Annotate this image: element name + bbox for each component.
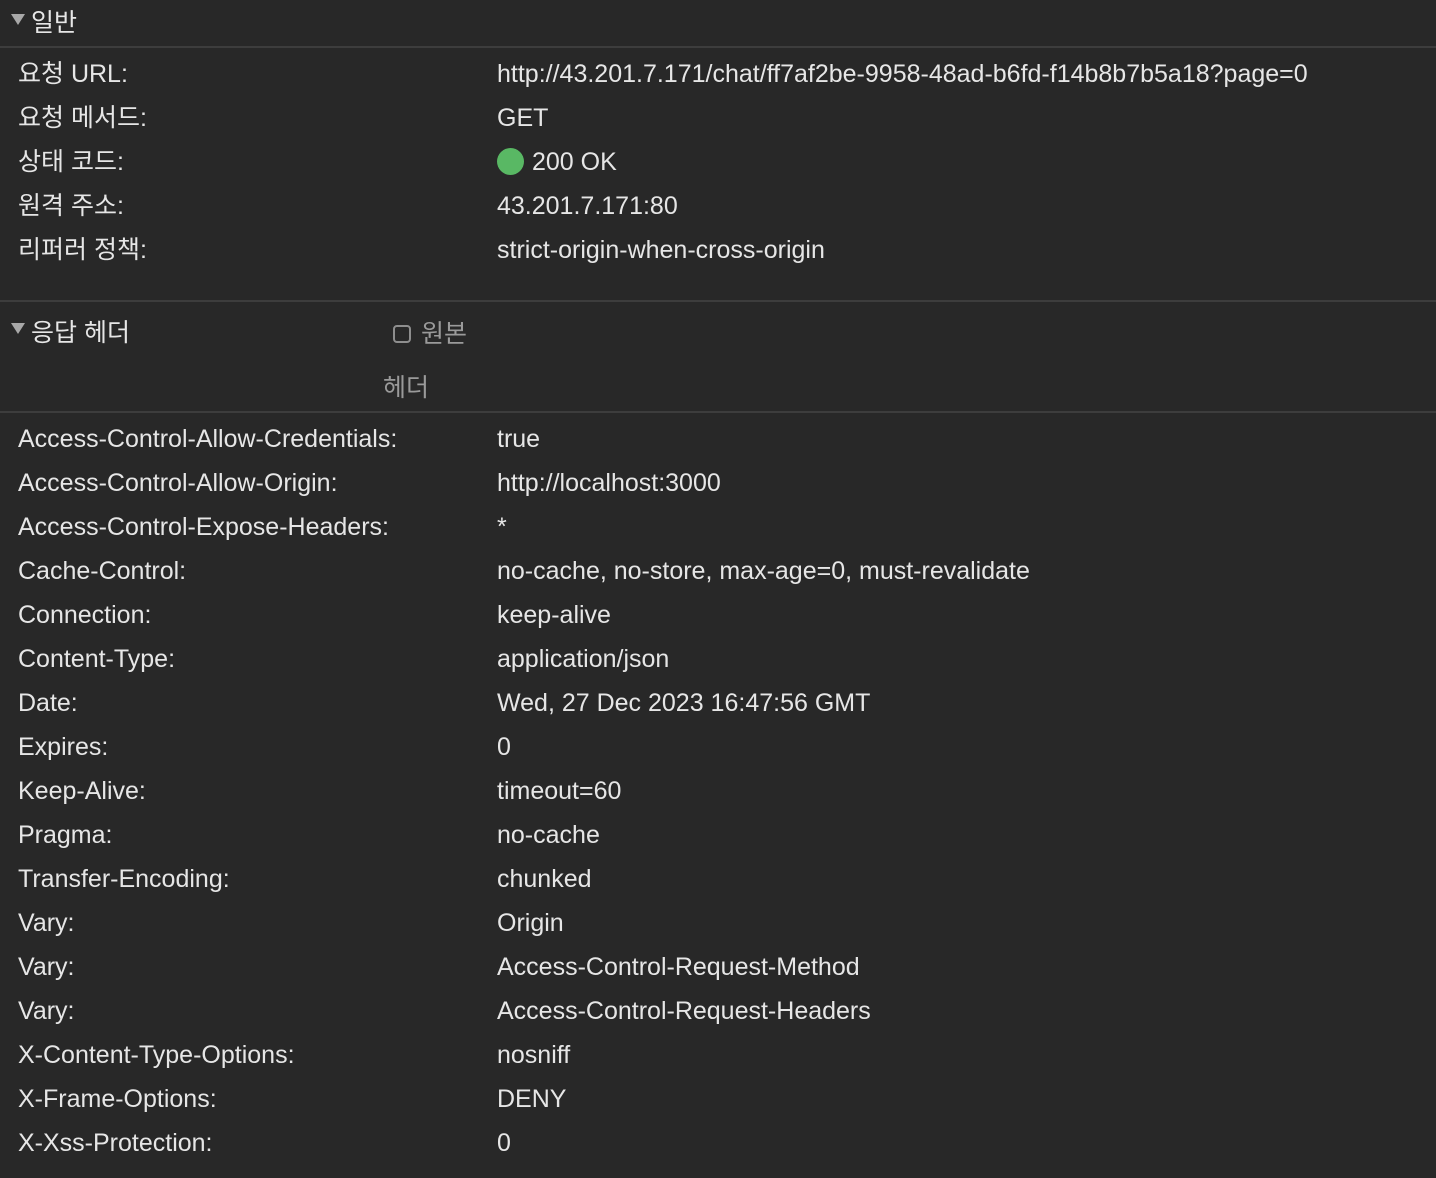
header-row: Connection: keep-alive <box>0 593 1436 637</box>
response-header-rows: Access-Control-Allow-Credentials: true Ac… <box>0 413 1436 1165</box>
row-key: 원격 주소: <box>18 192 124 220</box>
row-value: 0 <box>497 1129 511 1157</box>
general-row-request-url: 요청 URL: http://43.201.7.171/chat/ff7af2b… <box>0 52 1436 96</box>
general-section-header[interactable]: 일반 <box>0 0 1436 48</box>
row-key: Pragma: <box>18 821 113 849</box>
row-key: 요청 메서드: <box>18 104 147 132</box>
header-row: Vary: Access-Control-Request-Headers <box>0 989 1436 1033</box>
row-key: Vary: <box>18 909 75 937</box>
header-row: Cache-Control: no-cache, no-store, max-ag… <box>0 549 1436 593</box>
header-row: Date: Wed, 27 Dec 2023 16:47:56 GMT <box>0 681 1436 725</box>
disclosure-triangle-icon[interactable] <box>11 323 25 334</box>
row-key: Access-Control-Allow-Origin: <box>18 469 338 497</box>
general-row-referrer-policy: 리퍼러 정책: strict-origin-when-cross-origin <box>0 228 1436 272</box>
row-value: 0 <box>497 733 511 761</box>
row-key: Connection: <box>18 601 152 629</box>
header-row: X-Content-Type-Options: nosniff <box>0 1033 1436 1077</box>
row-value: 43.201.7.171:80 <box>497 192 678 220</box>
row-value: no-cache <box>497 821 600 849</box>
row-value: true <box>497 425 541 453</box>
header-row: Access-Control-Expose-Headers: * <box>0 505 1436 549</box>
row-value: nosniff <box>497 1041 571 1069</box>
status-text: 200 OK <box>532 148 617 176</box>
raw-headers-toggle[interactable]: 원본 <box>393 314 467 350</box>
row-value: Access-Control-Request-Method <box>497 953 860 981</box>
row-value: GET <box>497 104 549 132</box>
response-headers-section-header[interactable]: 응답 헤더 원본 헤더 <box>0 300 1436 413</box>
row-value: http://43.201.7.171/chat/ff7af2be-9958-4… <box>497 60 1308 88</box>
row-value: * <box>497 513 507 541</box>
row-key: Transfer-Encoding: <box>18 865 230 893</box>
row-value: strict-origin-when-cross-origin <box>497 236 825 264</box>
header-row: Pragma: no-cache <box>0 813 1436 857</box>
header-row: Vary: Origin <box>0 901 1436 945</box>
row-value: http://localhost:3000 <box>497 469 721 497</box>
raw-headers-label-line2: 헤더 <box>383 374 430 402</box>
header-row: Vary: Access-Control-Request-Method <box>0 945 1436 989</box>
row-value: Access-Control-Request-Headers <box>497 997 871 1025</box>
status-ok-dot-icon <box>497 147 524 175</box>
general-section-title: 일반 <box>31 9 78 37</box>
row-key: Expires: <box>18 733 109 761</box>
row-value: Origin <box>497 909 564 937</box>
row-key: Keep-Alive: <box>18 777 146 805</box>
row-key: X-Frame-Options: <box>18 1085 217 1113</box>
row-value: timeout=60 <box>497 777 622 805</box>
header-row: X-Frame-Options: DENY <box>0 1077 1436 1121</box>
header-row: Keep-Alive: timeout=60 <box>0 769 1436 813</box>
row-key: 상태 코드: <box>18 148 124 176</box>
row-key: Cache-Control: <box>18 557 187 585</box>
response-headers-section-title: 응답 헤더 <box>31 319 130 347</box>
row-key: Access-Control-Expose-Headers: <box>18 513 389 541</box>
raw-headers-checkbox[interactable] <box>393 324 411 343</box>
header-row: Transfer-Encoding: chunked <box>0 857 1436 901</box>
header-row: Access-Control-Allow-Origin: http://local… <box>0 461 1436 505</box>
header-row: Content-Type: application/json <box>0 637 1436 681</box>
row-key: 리퍼러 정책: <box>18 236 147 264</box>
row-key: 요청 URL: <box>18 60 128 88</box>
row-key: X-Content-Type-Options: <box>18 1041 295 1069</box>
row-value: no-cache, no-store, max-age=0, must-reva… <box>497 557 1030 585</box>
general-row-request-method: 요청 메서드: GET <box>0 96 1436 140</box>
row-value: application/json <box>497 645 670 673</box>
raw-headers-label: 원본 <box>421 320 468 348</box>
row-key: X-Xss-Protection: <box>18 1129 213 1157</box>
header-row: Access-Control-Allow-Credentials: true <box>0 417 1436 461</box>
general-rows: 요청 URL: http://43.201.7.171/chat/ff7af2b… <box>0 52 1436 300</box>
row-value-status: 200 OK <box>497 140 617 184</box>
general-row-status-code: 상태 코드: 200 OK <box>0 140 1436 184</box>
row-key: Date: <box>18 689 78 717</box>
row-value: DENY <box>497 1085 567 1113</box>
row-value: keep-alive <box>497 601 611 629</box>
row-key: Vary: <box>18 953 75 981</box>
header-row: X-Xss-Protection: 0 <box>0 1121 1436 1165</box>
row-key: Vary: <box>18 997 75 1025</box>
general-row-remote-address: 원격 주소: 43.201.7.171:80 <box>0 184 1436 228</box>
row-key: Content-Type: <box>18 645 176 673</box>
disclosure-triangle-icon[interactable] <box>11 14 25 25</box>
header-row: Expires: 0 <box>0 725 1436 769</box>
row-key: Access-Control-Allow-Credentials: <box>18 425 398 453</box>
row-value: Wed, 27 Dec 2023 16:47:56 GMT <box>497 689 871 717</box>
row-value: chunked <box>497 865 592 893</box>
